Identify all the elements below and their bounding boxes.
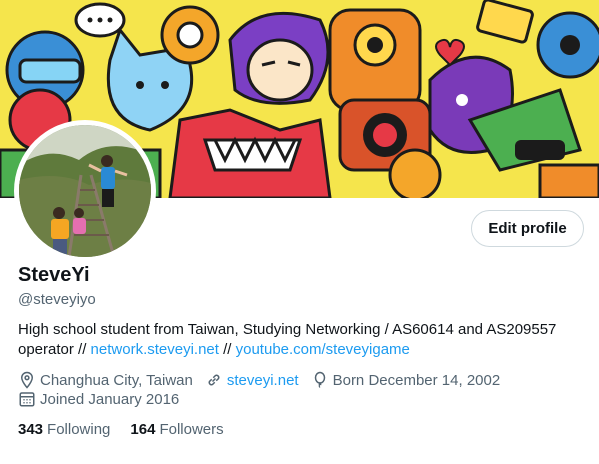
location-item: Changhua City, Taiwan [18, 371, 193, 389]
bio-link-network[interactable]: network.steveyi.net [91, 341, 219, 358]
avatar-photo [19, 125, 151, 257]
calendar-icon [19, 392, 35, 407]
followers-count: 164 [130, 421, 156, 438]
followers-link[interactable]: 164 Followers [130, 421, 223, 438]
user-handle: @steveyiyo [18, 291, 96, 308]
joined-item: Joined January 2016 [18, 390, 179, 408]
link-icon [208, 374, 220, 386]
avatar-frame [14, 120, 156, 262]
born-text: Born December 14, 2002 [332, 371, 501, 389]
website-link[interactable]: steveyi.net [227, 372, 299, 389]
balloon-icon [314, 371, 325, 388]
bio-separator: // [218, 341, 236, 358]
location-pin-icon [20, 371, 34, 389]
follow-stats: 343 Following 164 Followers [18, 421, 244, 438]
location-text: Changhua City, Taiwan [40, 371, 193, 389]
followers-label: Followers [159, 421, 224, 438]
bio-link-youtube[interactable]: youtube.com/steveyigame [236, 341, 410, 358]
profile-meta-row: Changhua City, Taiwan steveyi.net Born D… [18, 371, 512, 389]
edit-profile-button[interactable]: Edit profile [471, 210, 584, 247]
profile-bio: High school student from Taiwan, Studyin… [18, 320, 588, 360]
joined-text: Joined January 2016 [40, 390, 180, 408]
following-label: Following [47, 421, 111, 438]
following-link[interactable]: 343 Following [18, 421, 110, 438]
profile-meta-row-2: Joined January 2016 [18, 390, 191, 408]
avatar[interactable] [19, 125, 151, 257]
following-count: 343 [18, 421, 44, 438]
website-item: steveyi.net [205, 371, 299, 389]
born-item: Born December 14, 2002 [311, 371, 501, 389]
display-name: SteveYi [18, 264, 90, 286]
